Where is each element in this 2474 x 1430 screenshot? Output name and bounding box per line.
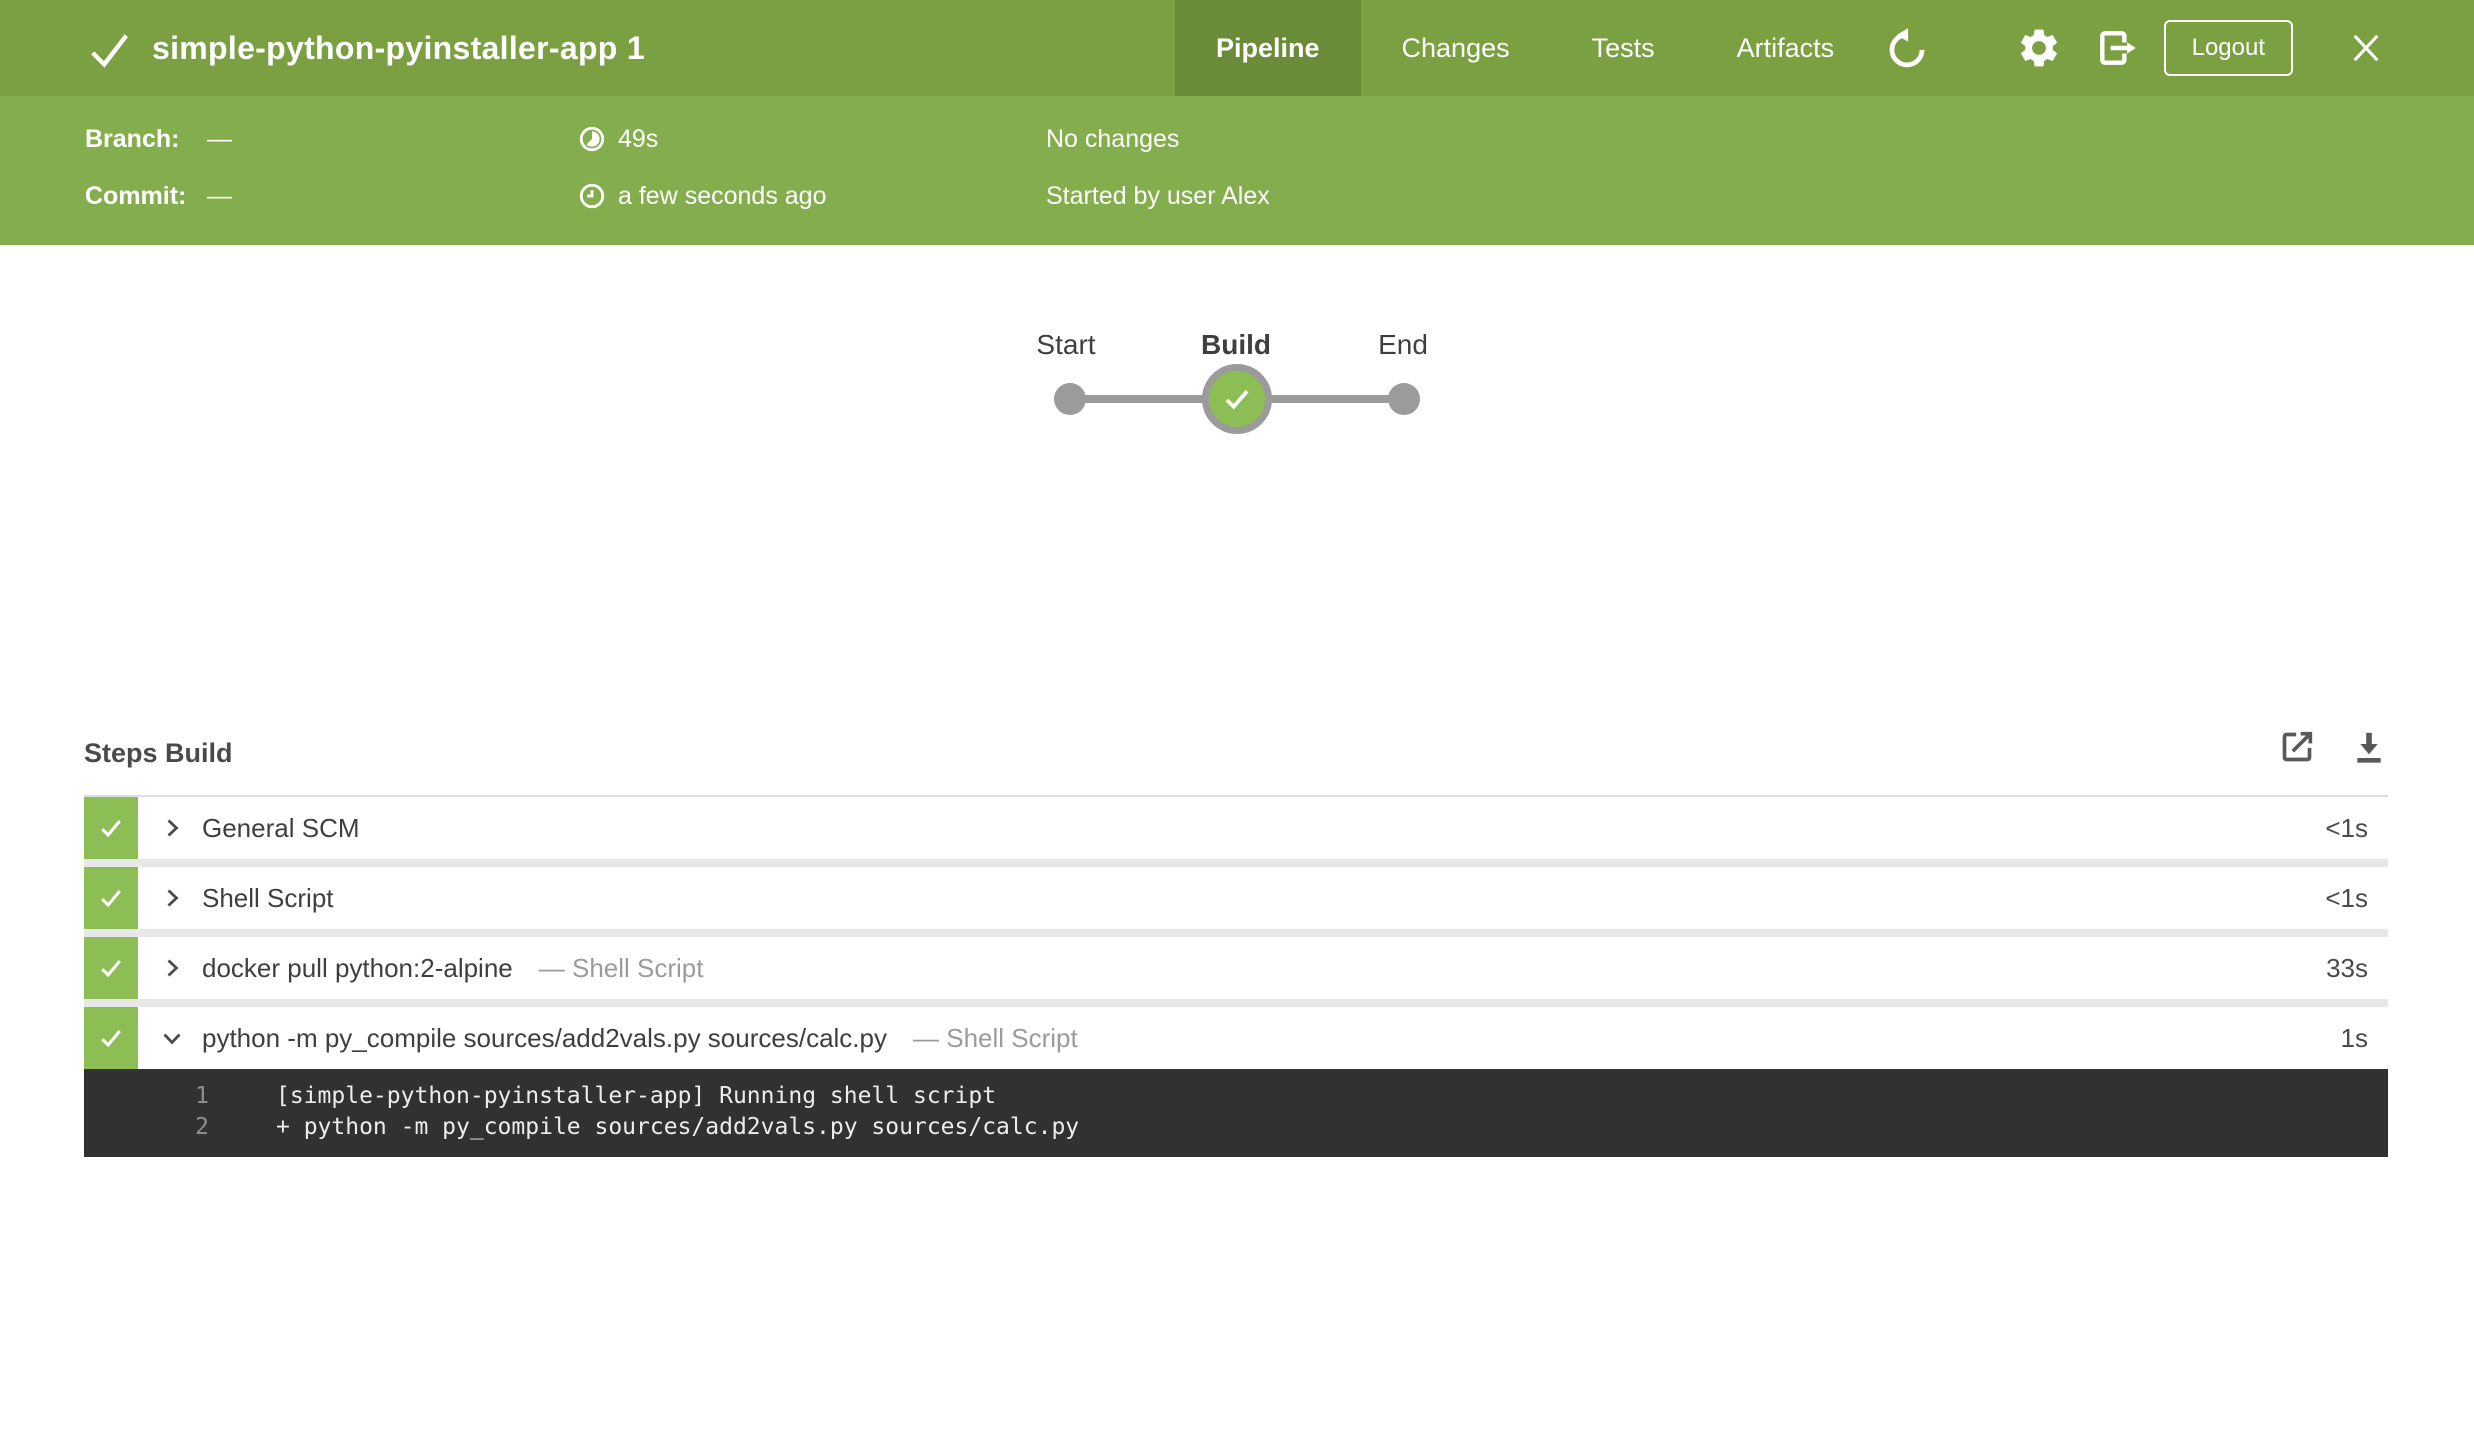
console-line-number[interactable]: 2	[84, 1112, 209, 1143]
node-success-check-icon	[1221, 383, 1253, 415]
exit-icon[interactable]	[2095, 26, 2139, 70]
step-success-check-icon	[84, 1007, 138, 1069]
rerun-icon[interactable]	[1885, 26, 1929, 70]
step-row-general-scm[interactable]: General SCM <1s	[84, 797, 2388, 859]
commit-value: —	[207, 178, 232, 214]
run-time-ago: a few seconds ago	[618, 178, 826, 214]
branch-value: —	[207, 121, 232, 157]
run-info-bar: Branch: — Commit: — 49s a	[0, 96, 2474, 245]
chevron-right-icon	[160, 816, 184, 840]
step-success-check-icon	[84, 937, 138, 999]
step-duration: <1s	[2325, 813, 2368, 844]
changes-summary: No changes	[1046, 121, 1179, 157]
chevron-down-icon	[160, 1026, 184, 1050]
header-actions: Logout	[1885, 0, 2383, 96]
steps-list: General SCM <1s Shell Script <1s docker …	[84, 795, 2388, 1157]
console-line: 2 + python -m py_compile sources/add2val…	[84, 1112, 2388, 1143]
steps-actions	[2277, 727, 2389, 767]
close-icon[interactable]	[2349, 31, 2383, 65]
step-label: docker pull python:2-alpine	[202, 953, 513, 984]
branch-commit-column: Branch: — Commit: —	[85, 121, 232, 214]
external-link-icon[interactable]	[2277, 727, 2317, 767]
console-line: 1 [simple-python-pyinstaller-app] Runnin…	[84, 1081, 2388, 1112]
step-duration: <1s	[2325, 883, 2368, 914]
duration-icon	[578, 125, 606, 153]
download-icon[interactable]	[2349, 727, 2389, 767]
step-label: General SCM	[202, 813, 360, 844]
step-suffix: — Shell Script	[539, 953, 704, 984]
step-suffix: — Shell Script	[913, 1023, 1078, 1054]
step-label: python -m py_compile sources/add2vals.py…	[202, 1023, 887, 1054]
tab-changes[interactable]: Changes	[1361, 0, 1551, 96]
cause-column: No changes Started by user Alex	[1046, 121, 1270, 214]
tab-pipeline[interactable]: Pipeline	[1175, 0, 1361, 96]
step-row-py-compile[interactable]: python -m py_compile sources/add2vals.py…	[84, 1007, 2388, 1069]
timing-column: 49s a few seconds ago	[578, 121, 826, 214]
gear-icon[interactable]	[2016, 25, 2062, 71]
console-line-text: + python -m py_compile sources/add2vals.…	[276, 1112, 1079, 1143]
chevron-right-icon	[160, 886, 184, 910]
run-status-check-icon	[86, 27, 132, 73]
step-label: Shell Script	[202, 883, 334, 914]
chevron-right-icon	[160, 956, 184, 980]
branch-label: Branch:	[85, 121, 207, 157]
tab-tests[interactable]: Tests	[1551, 0, 1696, 96]
steps-heading: Steps Build	[84, 738, 233, 769]
tab-bar: Pipeline Changes Tests Artifacts	[1175, 0, 1875, 96]
console-line-text: [simple-python-pyinstaller-app] Running …	[276, 1081, 996, 1112]
step-row-docker-pull[interactable]: docker pull python:2-alpine — Shell Scri…	[84, 937, 2388, 999]
run-duration: 49s	[618, 121, 658, 157]
console-line-number[interactable]: 1	[84, 1081, 209, 1112]
step-success-check-icon	[84, 867, 138, 929]
graph-node-start[interactable]	[1054, 383, 1086, 415]
started-by: Started by user Alex	[1046, 178, 1270, 214]
console-output: 1 [simple-python-pyinstaller-app] Runnin…	[84, 1069, 2388, 1157]
step-duration: 33s	[2326, 953, 2368, 984]
run-title: simple-python-pyinstaller-app 1	[152, 0, 645, 96]
clock-icon	[578, 182, 606, 210]
tab-artifacts[interactable]: Artifacts	[1696, 0, 1876, 96]
graph-node-build[interactable]	[1202, 364, 1272, 434]
step-success-check-icon	[84, 797, 138, 859]
graph-node-label-end: End	[1303, 329, 1503, 361]
graph-node-end[interactable]	[1388, 383, 1420, 415]
commit-label: Commit:	[85, 178, 207, 214]
step-row-shell-script[interactable]: Shell Script <1s	[84, 867, 2388, 929]
top-nav-bar: simple-python-pyinstaller-app 1 Pipeline…	[0, 0, 2474, 96]
step-duration: 1s	[2341, 1023, 2368, 1054]
logout-button[interactable]: Logout	[2164, 20, 2293, 76]
